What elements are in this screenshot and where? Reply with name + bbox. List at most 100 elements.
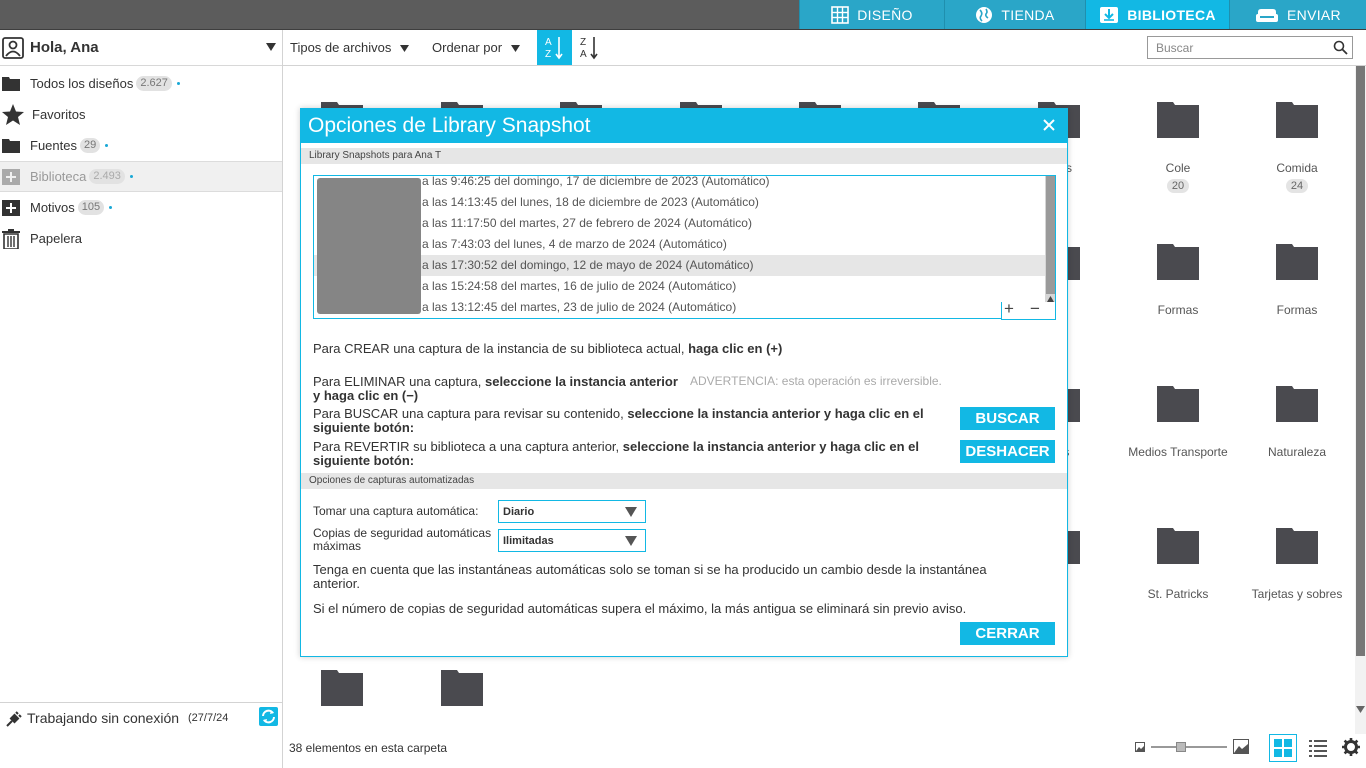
- folder-item[interactable]: Formas: [1118, 242, 1238, 317]
- search-snapshot-button[interactable]: BUSCAR: [960, 407, 1055, 430]
- delete-bold-2: y haga clic en (−): [313, 388, 419, 403]
- scroll-down-arrow-icon[interactable]: [1356, 706, 1365, 716]
- create-text: Para CREAR una captura de la instancia d…: [313, 341, 689, 356]
- folder-item[interactable]: Cole 20: [1118, 100, 1238, 193]
- sort-dropdown[interactable]: Ordenar por: [432, 40, 520, 55]
- delete-warning: ADVERTENCIA: esta operación es irreversi…: [690, 374, 942, 388]
- folder-item[interactable]: [402, 668, 522, 706]
- sort-ascending-icon: AZ: [545, 37, 563, 60]
- sort-za-button[interactable]: ZA: [575, 30, 605, 65]
- list-view-icon[interactable]: [1309, 739, 1327, 757]
- snapshot-row[interactable]: a las 9:46:25 del domingo, 17 de diciemb…: [422, 176, 770, 191]
- globe-icon: [976, 6, 993, 23]
- sync-dot: [109, 206, 113, 209]
- tab-diseno-label: DISEÑO: [857, 6, 913, 23]
- sync-dot: [176, 82, 180, 85]
- scrollbar-thumb[interactable]: [1356, 66, 1365, 656]
- sort-descending-icon: ZA: [580, 37, 598, 60]
- folder-item[interactable]: Tarjetas y sobres: [1237, 526, 1357, 601]
- grid-view-button[interactable]: [1269, 734, 1297, 762]
- star-icon: [2, 104, 24, 125]
- close-icon[interactable]: [1041, 117, 1057, 133]
- svg-text:A: A: [580, 49, 587, 60]
- folder-icon: [1157, 102, 1199, 138]
- zoom-slider-knob[interactable]: [1176, 742, 1186, 752]
- snapshot-row-selected[interactable]: a las 17:30:52 del domingo, 12 de mayo d…: [422, 255, 754, 275]
- snapshot-row[interactable]: a las 14:13:45 del lunes, 18 de diciembr…: [422, 192, 759, 212]
- search-input[interactable]: Buscar: [1147, 36, 1353, 59]
- zoom-slider[interactable]: [1151, 742, 1227, 752]
- close-button[interactable]: CERRAR: [960, 622, 1055, 645]
- sort-az-button[interactable]: AZ: [537, 30, 572, 65]
- tab-biblioteca-label: BIBLIOTECA: [1127, 6, 1216, 23]
- sidebar-item-biblioteca[interactable]: Biblioteca 2.493: [0, 161, 282, 192]
- folder-name: St. Patricks: [1147, 587, 1209, 601]
- snapshots-section-header: Library Snapshots para Ana T: [301, 148, 1067, 164]
- sidebar-item-label: Favoritos: [32, 107, 86, 122]
- sidebar-item-fuentes[interactable]: Fuentes 29: [0, 130, 282, 161]
- folder-icon: [2, 77, 20, 91]
- content-scrollbar[interactable]: [1355, 66, 1366, 734]
- status-bar: 38 elementos en esta carpeta: [283, 734, 1366, 768]
- scrollbar-thumb[interactable]: [1046, 176, 1055, 294]
- tab-enviar[interactable]: ENVIAR: [1229, 0, 1366, 29]
- auto-note: Tenga en cuenta que las instantáneas aut…: [313, 562, 987, 591]
- sync-dot: [105, 144, 109, 147]
- folder-item[interactable]: St. Patricks: [1118, 526, 1238, 601]
- snapshot-row[interactable]: a las 15:24:58 del martes, 16 de julio d…: [422, 276, 736, 296]
- gear-icon[interactable]: [1342, 738, 1360, 756]
- search-instructions: Para BUSCAR una captura para revisar su …: [313, 407, 943, 435]
- chevron-down-icon: [625, 536, 637, 546]
- sidebar-item-label: Papelera: [30, 231, 83, 246]
- auto-snapshot-select[interactable]: Diario: [498, 500, 646, 523]
- backup-note: Si el número de copias de seguridad auto…: [313, 601, 967, 616]
- tab-diseno[interactable]: DISEÑO: [799, 0, 944, 29]
- top-bar: DISEÑO TIENDA BIBLIOTECA ENVIAR: [0, 0, 1366, 30]
- max-backups-select[interactable]: Ilimitadas: [498, 529, 646, 552]
- sync-button[interactable]: [259, 707, 278, 726]
- items-count: 38 elementos en esta carpeta: [289, 741, 448, 755]
- file-types-dropdown[interactable]: Tipos de archivos: [290, 40, 410, 55]
- tab-tienda[interactable]: TIENDA: [944, 0, 1085, 29]
- tab-biblioteca[interactable]: BIBLIOTECA: [1085, 0, 1229, 29]
- snapshot-list-scrollbar[interactable]: [1045, 176, 1055, 318]
- folder-icon: [2, 139, 20, 153]
- download-icon: [1100, 6, 1119, 23]
- folder-item[interactable]: Medios Transporte: [1118, 384, 1238, 459]
- folder-icon: [1157, 386, 1199, 422]
- max-backups-label: Copias de seguridad automáticas máximas: [313, 526, 492, 553]
- library-snapshot-dialog: Opciones de Library Snapshot Library Sna…: [300, 108, 1068, 657]
- remove-snapshot-button[interactable]: −: [1030, 299, 1040, 319]
- folder-name: Formas: [1276, 303, 1318, 317]
- snapshot-row[interactable]: a las 11:17:50 del martes, 27 de febrero…: [422, 213, 752, 233]
- user-menu[interactable]: Hola, Ana: [0, 30, 282, 66]
- add-folder-icon: [2, 168, 20, 185]
- snapshot-row[interactable]: a las 7:43:03 del lunes, 4 de marzo de 2…: [422, 234, 727, 254]
- sidebar-item-todos[interactable]: Todos los diseños 2.627: [0, 68, 282, 99]
- auto-section-header: Opciones de capturas automatizadas: [301, 473, 1067, 489]
- snapshot-list[interactable]: a las 9:46:25 del domingo, 17 de diciemb…: [313, 175, 1056, 319]
- tab-enviar-label: ENVIAR: [1287, 6, 1341, 23]
- add-snapshot-button[interactable]: +: [1004, 299, 1014, 319]
- sort-label: Ordenar por: [432, 40, 503, 55]
- delete-text: Para ELIMINAR una captura,: [313, 374, 485, 389]
- chevron-down-icon[interactable]: [266, 43, 276, 51]
- auto-snapshot-value: Diario: [503, 506, 535, 518]
- folder-name: Tarjetas y sobres: [1251, 587, 1343, 601]
- undo-snapshot-button[interactable]: DESHACER: [960, 440, 1055, 463]
- folder-item[interactable]: Naturaleza: [1237, 384, 1357, 459]
- folder-item[interactable]: [282, 668, 402, 706]
- folder-item[interactable]: Comida 24: [1237, 100, 1357, 193]
- redacted-thumbnail: [317, 178, 421, 314]
- sync-icon: [262, 709, 275, 724]
- offline-text: Trabajando sin conexión: [27, 710, 180, 726]
- snapshot-row[interactable]: a las 13:12:45 del martes, 23 de julio d…: [422, 297, 736, 317]
- search-icon[interactable]: [1333, 40, 1348, 55]
- sidebar-item-favoritos[interactable]: Favoritos: [0, 99, 282, 130]
- sidebar-item-papelera[interactable]: Papelera: [0, 223, 282, 254]
- sidebar-item-motivos[interactable]: Motivos 105: [0, 192, 282, 223]
- folder-name: Formas: [1157, 303, 1199, 317]
- create-instructions: Para CREAR una captura de la instancia d…: [313, 342, 782, 356]
- folder-item[interactable]: Formas: [1237, 242, 1357, 317]
- small-image-icon: [1135, 742, 1145, 752]
